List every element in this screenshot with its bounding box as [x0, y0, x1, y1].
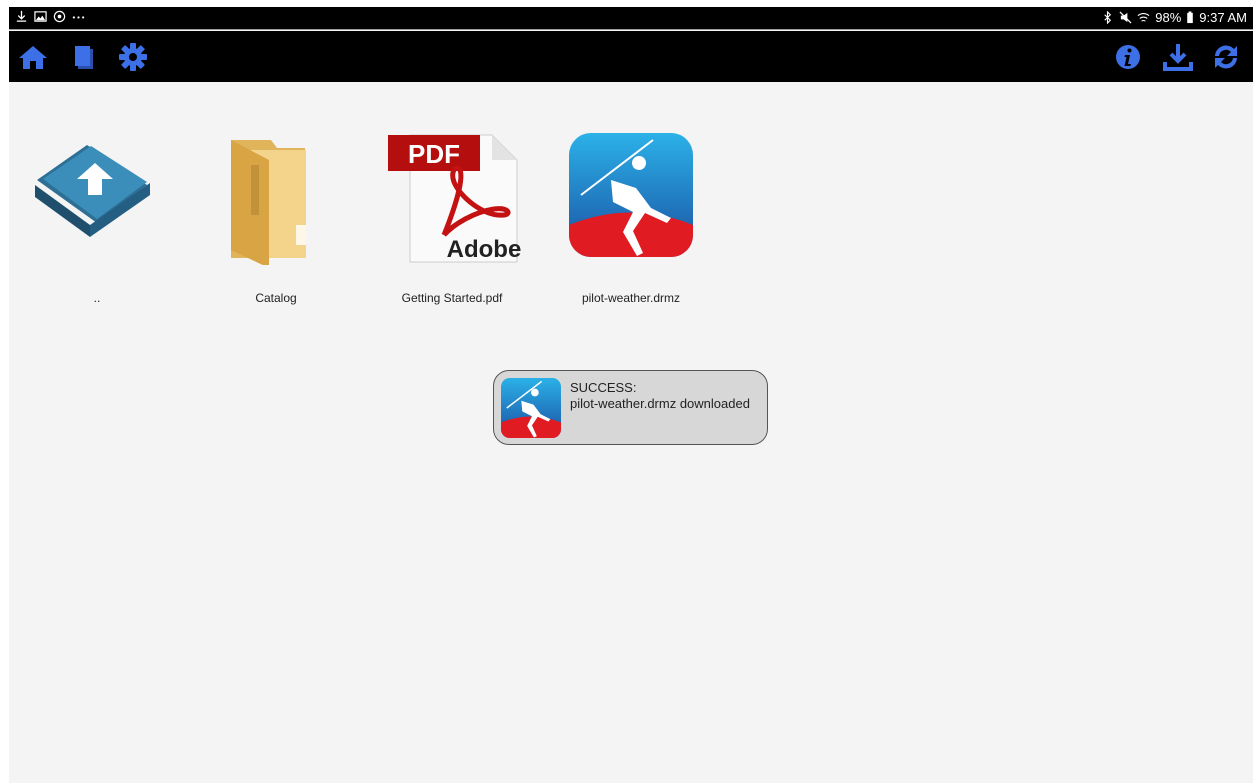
- drmz-app-icon: [569, 133, 693, 257]
- file-item-catalog[interactable]: Catalog: [196, 125, 356, 305]
- wifi-icon: [1137, 12, 1150, 22]
- status-bar: 98% 9:37 AM: [9, 7, 1253, 30]
- mute-icon: [1119, 11, 1132, 24]
- download-icon[interactable]: [1161, 41, 1195, 73]
- refresh-icon[interactable]: [1209, 41, 1243, 73]
- pdf-badge-text: PDF: [408, 139, 460, 169]
- info-icon[interactable]: [1111, 41, 1145, 73]
- parent-folder-icon: [35, 145, 150, 237]
- battery-icon: [1187, 11, 1194, 24]
- home-icon[interactable]: [16, 41, 50, 73]
- adobe-text: Adobe: [447, 236, 522, 263]
- status-divider: [9, 29, 1253, 30]
- file-item-parent[interactable]: ..: [17, 125, 177, 305]
- clock: 9:37 AM: [1199, 10, 1247, 25]
- toolbar: [9, 31, 1253, 82]
- toast-message: pilot-weather.drmz downloaded: [570, 396, 750, 411]
- pages-icon[interactable]: [66, 41, 100, 73]
- file-item-pilot-weather[interactable]: pilot-weather.drmz: [551, 125, 711, 305]
- sync-icon: [53, 10, 66, 23]
- file-name: pilot-weather.drmz: [581, 291, 681, 305]
- success-toast: SUCCESS: pilot-weather.drmz downloaded: [493, 370, 768, 445]
- more-icon: [72, 16, 85, 19]
- file-name: Catalog: [255, 291, 297, 305]
- drmz-app-icon: [501, 378, 561, 438]
- image-icon: [34, 11, 47, 22]
- gear-icon[interactable]: [116, 41, 150, 73]
- file-name: Getting Started.pdf: [401, 291, 503, 305]
- toast-title: SUCCESS:: [570, 380, 637, 395]
- download-icon: [16, 10, 27, 22]
- pdf-icon: PDF Adobe: [388, 134, 522, 263]
- folder-icon: [231, 140, 306, 268]
- screen: 98% 9:37 AM .. Catalog PDF Adobe Getting…: [9, 7, 1253, 783]
- status-right: 98% 9:37 AM: [1101, 10, 1247, 25]
- file-item-getting-started[interactable]: PDF Adobe Getting Started.pdf: [372, 125, 532, 305]
- status-left: [15, 10, 85, 23]
- bluetooth-icon: [1104, 11, 1112, 24]
- file-name: ..: [93, 291, 101, 305]
- battery-percent: 98%: [1155, 10, 1182, 25]
